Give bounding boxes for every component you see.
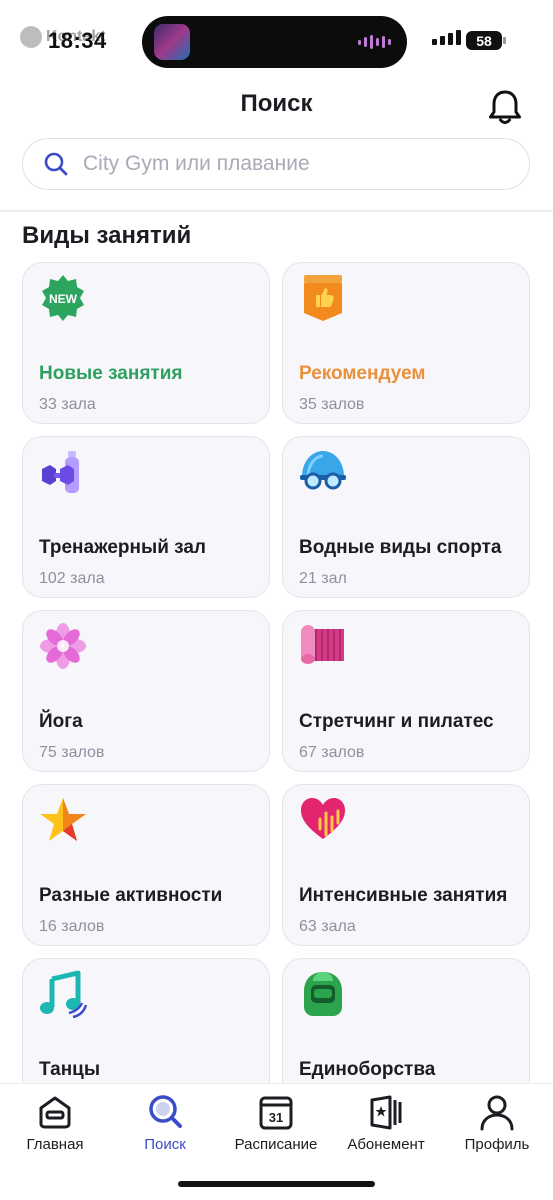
tab-search[interactable]: Поиск bbox=[110, 1092, 220, 1162]
tab-profile[interactable]: Профиль bbox=[442, 1092, 552, 1162]
category-label: Новые занятия bbox=[39, 363, 183, 384]
category-count: 33 зала bbox=[39, 396, 96, 413]
bell-icon[interactable] bbox=[484, 86, 526, 128]
cellular-signal-icon bbox=[432, 30, 461, 45]
yoga-mat-icon bbox=[298, 621, 348, 671]
tab-schedule[interactable]: 31 Расписание bbox=[221, 1092, 331, 1162]
category-label: Интенсивные занятия bbox=[299, 885, 508, 906]
category-count: 21 зал bbox=[299, 570, 347, 587]
category-grid: NEW Новые занятия 33 зала Рекомендуем 35… bbox=[22, 262, 532, 1084]
profile-icon bbox=[480, 1095, 514, 1131]
category-card-new[interactable]: NEW Новые занятия 33 зала bbox=[22, 262, 270, 424]
category-count: 102 зала bbox=[39, 570, 105, 587]
category-label: Танцы bbox=[39, 1059, 101, 1080]
tab-home[interactable]: Главная bbox=[0, 1092, 110, 1162]
thumbs-up-banner-icon bbox=[298, 273, 348, 323]
dumbbell-icon bbox=[38, 447, 88, 497]
calendar-day: 31 bbox=[269, 1110, 283, 1125]
boxing-helmet-icon bbox=[298, 969, 348, 1019]
divider bbox=[0, 210, 553, 212]
category-card-activities[interactable]: Разные активности 16 залов bbox=[22, 784, 270, 946]
status-bar: Kontakt 18:34 58 bbox=[0, 0, 553, 80]
brand-logo-icon bbox=[20, 26, 42, 48]
calendar-icon: 31 bbox=[259, 1096, 293, 1130]
category-label: Рекомендуем bbox=[299, 363, 426, 384]
tab-label: Абонемент bbox=[347, 1136, 425, 1153]
tab-label: Поиск bbox=[144, 1136, 186, 1153]
status-time: 18:34 bbox=[48, 28, 107, 53]
category-count: 16 залов bbox=[39, 918, 105, 935]
now-playing-artwork bbox=[154, 24, 190, 60]
category-label: Стретчинг и пилатес bbox=[299, 711, 494, 732]
category-card-stretching[interactable]: Стретчинг и пилатес 67 залов bbox=[282, 610, 530, 772]
category-label: Тренажерный зал bbox=[39, 537, 206, 558]
search-input[interactable] bbox=[83, 152, 503, 176]
swim-cap-icon bbox=[298, 447, 348, 497]
heart-pulse-icon bbox=[298, 795, 348, 845]
category-label: Разные активности bbox=[39, 885, 223, 906]
category-card-martial-arts[interactable]: Единоборства bbox=[282, 958, 530, 1084]
battery-indicator: 58 bbox=[466, 31, 506, 50]
home-icon bbox=[39, 1096, 71, 1129]
category-card-water[interactable]: Водные виды спорта 21 зал bbox=[282, 436, 530, 598]
category-card-intense[interactable]: Интенсивные занятия 63 зала bbox=[282, 784, 530, 946]
category-count: 75 залов bbox=[39, 744, 105, 761]
page-title: Поиск bbox=[240, 90, 313, 117]
svg-text:NEW: NEW bbox=[49, 292, 78, 306]
search-icon bbox=[149, 1095, 182, 1128]
search-bar[interactable] bbox=[22, 138, 530, 190]
star-icon bbox=[38, 795, 88, 845]
tab-label: Расписание bbox=[234, 1136, 318, 1153]
category-card-dance[interactable]: Танцы bbox=[22, 958, 270, 1084]
category-count: 67 залов bbox=[299, 744, 365, 761]
category-count: 63 зала bbox=[299, 918, 356, 935]
category-count: 35 залов bbox=[299, 396, 365, 413]
category-label: Водные виды спорта bbox=[299, 537, 502, 558]
category-label: Единоборства bbox=[299, 1059, 436, 1080]
home-indicator[interactable] bbox=[178, 1181, 375, 1187]
search-icon bbox=[44, 152, 68, 176]
new-badge-icon: NEW bbox=[38, 273, 88, 323]
audio-wave-icon bbox=[358, 34, 391, 50]
category-card-gym[interactable]: Тренажерный зал 102 зала bbox=[22, 436, 270, 598]
tab-membership[interactable]: Абонемент bbox=[331, 1092, 441, 1162]
tab-label: Главная bbox=[26, 1136, 84, 1153]
section-title: Виды занятий bbox=[22, 222, 192, 249]
category-label: Йога bbox=[39, 711, 83, 732]
category-card-recommended[interactable]: Рекомендуем 35 залов bbox=[282, 262, 530, 424]
lotus-icon bbox=[38, 621, 88, 671]
battery-level: 58 bbox=[476, 32, 492, 49]
tab-label: Профиль bbox=[464, 1136, 530, 1153]
category-card-yoga[interactable]: Йога 75 залов bbox=[22, 610, 270, 772]
dynamic-island[interactable] bbox=[142, 16, 407, 68]
membership-card-icon bbox=[370, 1095, 402, 1130]
music-note-icon bbox=[38, 969, 88, 1019]
